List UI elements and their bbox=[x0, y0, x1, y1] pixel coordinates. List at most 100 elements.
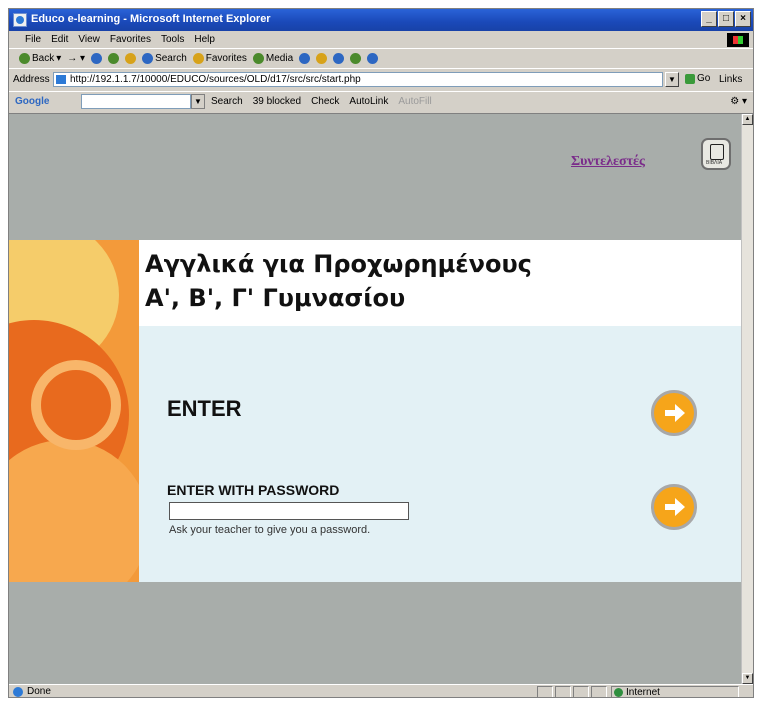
edit-button[interactable] bbox=[350, 53, 362, 64]
back-arrow-icon bbox=[19, 53, 30, 64]
search-icon bbox=[142, 53, 154, 64]
status-panels bbox=[537, 686, 607, 697]
menu-favorites[interactable]: Favorites bbox=[110, 34, 151, 45]
zone-label: Internet bbox=[626, 687, 660, 698]
status-panel bbox=[555, 686, 571, 697]
address-url: http://192.1.1.7/10000/EDUCO/sources/OLD… bbox=[70, 74, 361, 85]
decor-circle-light bbox=[9, 440, 139, 582]
book-sheet-icon bbox=[710, 144, 724, 160]
google-logo[interactable]: Google bbox=[15, 96, 49, 107]
enter-label: ENTER bbox=[167, 396, 242, 421]
course-banner: Αγγλικά για Προχωρημένους Α', Β', Γ' Γυμ… bbox=[9, 240, 741, 582]
search-label: Search bbox=[155, 53, 187, 64]
popup-blocked-button[interactable]: 39 blocked bbox=[253, 96, 301, 107]
media-icon bbox=[252, 53, 264, 64]
stop-button[interactable] bbox=[91, 53, 103, 64]
google-search-dropdown[interactable]: ▼ bbox=[191, 94, 205, 109]
standard-toolbar: Back ▾ → ▾ Search Favorites Media bbox=[9, 49, 753, 69]
browser-window: Educo e-learning - Microsoft Internet Ex… bbox=[8, 8, 754, 698]
menu-file[interactable]: File bbox=[25, 34, 41, 45]
enter-button[interactable] bbox=[651, 390, 697, 436]
stop-icon bbox=[91, 53, 103, 64]
credits-icon-caption: ΒΙΒΛΙΑ bbox=[706, 160, 723, 166]
links-button[interactable]: Links bbox=[719, 74, 742, 85]
mail-button[interactable] bbox=[316, 53, 328, 64]
credits-book-icon[interactable]: ΒΙΒΛΙΑ bbox=[701, 138, 731, 170]
forward-arrow-icon: → ▾ bbox=[67, 53, 86, 64]
print-button[interactable] bbox=[333, 53, 345, 64]
password-input[interactable] bbox=[169, 502, 409, 520]
vertical-scrollbar[interactable]: ▲ ▼ bbox=[741, 114, 753, 684]
home-button[interactable] bbox=[125, 53, 137, 64]
page-icon bbox=[56, 75, 66, 84]
mail-icon bbox=[316, 53, 328, 64]
menu-help[interactable]: Help bbox=[194, 34, 215, 45]
minimize-button[interactable]: _ bbox=[701, 11, 717, 27]
right-arrow-icon bbox=[665, 404, 685, 422]
course-title-line1: Αγγλικά για Προχωρημένους bbox=[145, 250, 532, 278]
scroll-up-icon[interactable]: ▲ bbox=[742, 114, 753, 125]
close-button[interactable]: × bbox=[735, 11, 751, 27]
window-controls: _ □ × bbox=[701, 11, 751, 27]
search-button[interactable]: Search bbox=[142, 53, 187, 64]
decor-ring bbox=[31, 360, 121, 450]
favorites-icon bbox=[192, 53, 204, 64]
ie-app-icon bbox=[13, 13, 27, 27]
go-arrow-icon bbox=[685, 73, 695, 84]
google-settings-icon[interactable]: ⚙ ▾ bbox=[730, 96, 747, 107]
course-title-band: Αγγλικά για Προχωρημένους Α', Β', Γ' Γυμ… bbox=[139, 240, 741, 326]
history-button[interactable] bbox=[299, 53, 311, 64]
back-button[interactable]: Back ▾ bbox=[19, 53, 61, 64]
spell-check-button[interactable]: Check bbox=[311, 96, 339, 107]
media-label: Media bbox=[265, 53, 294, 64]
internet-globe-icon bbox=[614, 688, 623, 697]
scroll-down-icon[interactable]: ▼ bbox=[742, 673, 753, 684]
back-dropdown-icon: ▾ bbox=[56, 53, 62, 64]
media-button[interactable]: Media bbox=[252, 53, 294, 64]
refresh-icon bbox=[108, 53, 120, 64]
maximize-button[interactable]: □ bbox=[718, 11, 734, 27]
window-title: Educo e-learning - Microsoft Internet Ex… bbox=[31, 13, 271, 25]
address-input[interactable]: http://192.1.1.7/10000/EDUCO/sources/OLD… bbox=[53, 72, 663, 87]
favorites-button[interactable]: Favorites bbox=[192, 53, 247, 64]
password-hint: Ask your teacher to give you a password. bbox=[169, 524, 371, 536]
right-arrow-icon bbox=[665, 498, 685, 516]
autofill-button[interactable]: AutoFill bbox=[398, 96, 431, 107]
address-label: Address bbox=[13, 74, 50, 85]
menu-tools[interactable]: Tools bbox=[161, 34, 184, 45]
discuss-button[interactable] bbox=[367, 53, 379, 64]
go-button[interactable]: Go bbox=[685, 73, 710, 84]
menu-view[interactable]: View bbox=[78, 34, 100, 45]
windows-logo-icon bbox=[727, 33, 749, 47]
status-bar: Done Internet bbox=[9, 684, 753, 698]
enter-with-password-label: ENTER WITH PASSWORD bbox=[167, 482, 340, 498]
title-bar: Educo e-learning - Microsoft Internet Ex… bbox=[9, 9, 753, 31]
menu-bar: File Edit View Favorites Tools Help bbox=[9, 31, 753, 49]
security-zone: Internet bbox=[611, 686, 739, 698]
google-search-input[interactable] bbox=[81, 94, 191, 109]
back-label: Back bbox=[32, 53, 55, 64]
menu-edit[interactable]: Edit bbox=[51, 34, 68, 45]
print-icon bbox=[333, 53, 345, 64]
forward-button[interactable]: → ▾ bbox=[67, 53, 85, 64]
status-text: Done bbox=[27, 686, 51, 697]
status-page-icon bbox=[13, 687, 23, 697]
discuss-icon bbox=[367, 53, 379, 64]
google-toolbar: Google ▼ Search 39 blocked Check AutoLin… bbox=[9, 91, 753, 114]
enter-with-password-button[interactable] bbox=[651, 484, 697, 530]
address-bar: Address http://192.1.1.7/10000/EDUCO/sou… bbox=[9, 69, 753, 92]
course-title-line2: Α', Β', Γ' Γυμνασίου bbox=[145, 284, 406, 312]
home-icon bbox=[125, 53, 137, 64]
status-panel bbox=[591, 686, 607, 697]
edit-icon bbox=[350, 53, 362, 64]
go-label: Go bbox=[697, 73, 711, 84]
credits-link[interactable]: Συντελεστές bbox=[571, 154, 645, 170]
address-dropdown-button[interactable]: ▼ bbox=[665, 72, 679, 87]
history-icon bbox=[299, 53, 311, 64]
page-content: Συντελεστές ΒΙΒΛΙΑ Αγγλικά για Προχωρημέ… bbox=[9, 114, 741, 684]
favorites-label: Favorites bbox=[205, 53, 247, 64]
refresh-button[interactable] bbox=[108, 53, 120, 64]
google-search-button[interactable]: Search bbox=[211, 96, 243, 107]
decorative-numbers-strip bbox=[9, 240, 139, 582]
autolink-button[interactable]: AutoLink bbox=[349, 96, 388, 107]
